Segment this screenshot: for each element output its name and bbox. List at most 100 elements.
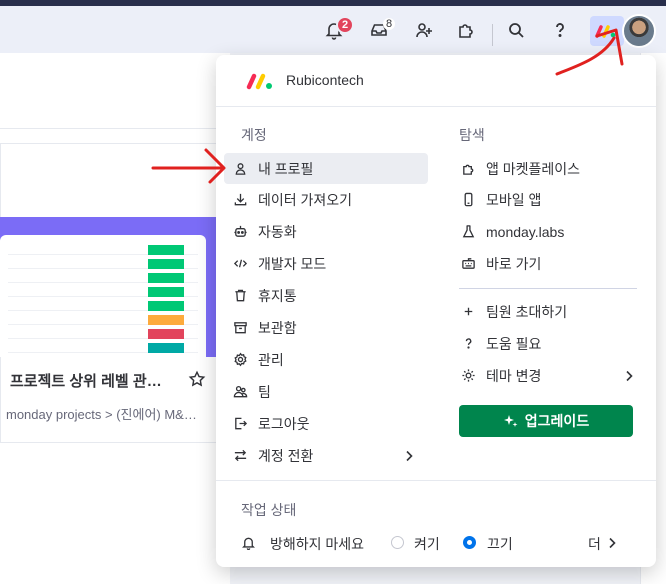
menu-item-switch-account[interactable]: 계정 전환 [224, 440, 428, 471]
sheet-row [8, 343, 198, 353]
footer-divider [216, 480, 656, 481]
menu-item-label: 데이터 가져오기 [258, 191, 353, 208]
explore-divider [459, 288, 637, 289]
sheet-row [8, 273, 198, 283]
do-not-disturb-label: 방해하지 마세요 [270, 536, 365, 552]
upgrade-label: 업그레이드 [524, 413, 590, 429]
workspace-name: Rubicontech [286, 72, 364, 88]
menu-item-monday-labs[interactable]: monday.labs [452, 216, 642, 247]
sheet-row [8, 287, 198, 297]
menu-item-label: 휴지통 [258, 287, 297, 304]
archive-icon [232, 320, 248, 336]
notifications-button[interactable]: 2 [318, 14, 354, 46]
sheet-row [8, 259, 198, 269]
search-button[interactable] [500, 14, 532, 46]
menu-item-archive[interactable]: 보관함 [224, 312, 428, 343]
menu-item-label: 테마 변경 [486, 367, 542, 384]
top-bar: 2 8 [0, 6, 666, 53]
menu-item-teams[interactable]: 팀 [224, 376, 428, 407]
template-card-subtitle: monday projects > (진에어) M&… [6, 407, 197, 422]
logout-icon [232, 416, 248, 432]
section-title-account: 계정 [241, 127, 267, 143]
sheet-row [8, 315, 198, 325]
keyboard-icon [460, 256, 476, 272]
sheet-row [8, 301, 198, 311]
menu-item-label: 바로 가기 [486, 255, 542, 272]
menu-item-shortcuts[interactable]: 바로 가기 [452, 248, 642, 279]
upgrade-button[interactable]: 업그레이드 [459, 405, 633, 437]
invite-user-icon [416, 23, 432, 38]
bell-icon [242, 537, 255, 550]
menu-item-logout[interactable]: 로그아웃 [224, 408, 428, 439]
flask-icon [460, 224, 476, 240]
section-title-work-status: 작업 상태 [241, 502, 297, 518]
more-label: 더 [588, 536, 601, 552]
invite-button[interactable] [408, 14, 440, 46]
menu-item-get-help[interactable]: 도움 필요 [452, 328, 642, 359]
more-status-button[interactable]: 더 [588, 532, 628, 554]
product-switcher[interactable] [590, 16, 624, 46]
dnd-off-radio[interactable] [463, 536, 476, 549]
notifications-badge: 2 [336, 16, 354, 34]
inbox-button[interactable]: 8 [363, 14, 396, 46]
menu-item-label: 도움 필요 [486, 335, 542, 352]
chevron-right-icon [406, 450, 413, 462]
mobile-icon [460, 192, 476, 208]
menu-item-label: 계정 전환 [258, 447, 314, 464]
question-icon [460, 336, 476, 352]
settings-icon [232, 352, 248, 368]
code-icon [232, 256, 248, 272]
sparkle-icon [503, 415, 518, 427]
topbar-divider [492, 24, 493, 46]
inbox-count: 8 [383, 18, 396, 30]
menu-item-label: 내 프로필 [258, 160, 314, 177]
menu-item-developer-mode[interactable]: 개발자 모드 [224, 248, 428, 279]
menu-header: Rubicontech [216, 55, 656, 107]
chevron-right-icon [626, 370, 633, 382]
menu-item-label: 팀 [258, 383, 271, 400]
apps-puzzle-icon [459, 24, 473, 38]
menu-item-admin[interactable]: 관리 [224, 344, 428, 375]
dnd-off-label: 끄기 [487, 536, 513, 552]
monday-logo-icon [246, 73, 272, 90]
menu-item-trash[interactable]: 휴지통 [224, 280, 428, 311]
star-icon[interactable] [188, 370, 206, 388]
menu-item-change-theme[interactable]: 테마 변경 [452, 360, 642, 391]
menu-item-label: 앱 마켓플레이스 [486, 160, 581, 177]
template-preview-image [0, 217, 216, 357]
apps-button[interactable] [450, 14, 482, 46]
chevron-right-icon [609, 537, 616, 549]
menu-item-automations[interactable]: 자동화 [224, 216, 428, 247]
sheet-row [8, 329, 198, 339]
help-icon [556, 23, 564, 37]
user-icon [232, 161, 248, 177]
download-icon [232, 192, 248, 208]
template-card-title[interactable]: 프로젝트 상위 레벨 관… [10, 370, 162, 391]
help-button[interactable] [544, 14, 576, 46]
dnd-on-label: 켜기 [414, 536, 440, 552]
dnd-on-radio[interactable] [391, 536, 404, 549]
menu-item-label: monday.labs [486, 223, 565, 240]
section-title-explore: 탐색 [459, 127, 485, 143]
menu-item-mobile-app[interactable]: 모바일 앱 [452, 184, 642, 215]
avatar[interactable] [622, 14, 656, 48]
team-icon [232, 384, 248, 400]
background-divider [0, 128, 230, 129]
menu-item-invite-members[interactable]: 팀원 초대하기 [452, 296, 642, 327]
puzzle-icon [460, 161, 476, 177]
plus-icon [460, 304, 476, 320]
switch-icon [232, 448, 248, 464]
menu-item-label: 개발자 모드 [258, 255, 327, 272]
menu-item-my-profile[interactable]: 내 프로필 [224, 153, 428, 184]
sheet-preview [0, 235, 206, 357]
menu-item-label: 로그아웃 [258, 415, 310, 432]
menu-item-import-data[interactable]: 데이터 가져오기 [224, 184, 428, 215]
robot-icon [232, 224, 248, 240]
monday-logo-icon [595, 25, 616, 38]
menu-item-label: 관리 [258, 351, 284, 368]
menu-item-app-marketplace[interactable]: 앱 마켓플레이스 [452, 153, 642, 184]
search-icon [509, 23, 524, 38]
trash-icon [232, 288, 248, 304]
account-menu: Rubicontech 계정 내 프로필 데이터 가져오기 자동화 개발자 모드… [216, 55, 656, 567]
sheet-row [8, 245, 198, 255]
